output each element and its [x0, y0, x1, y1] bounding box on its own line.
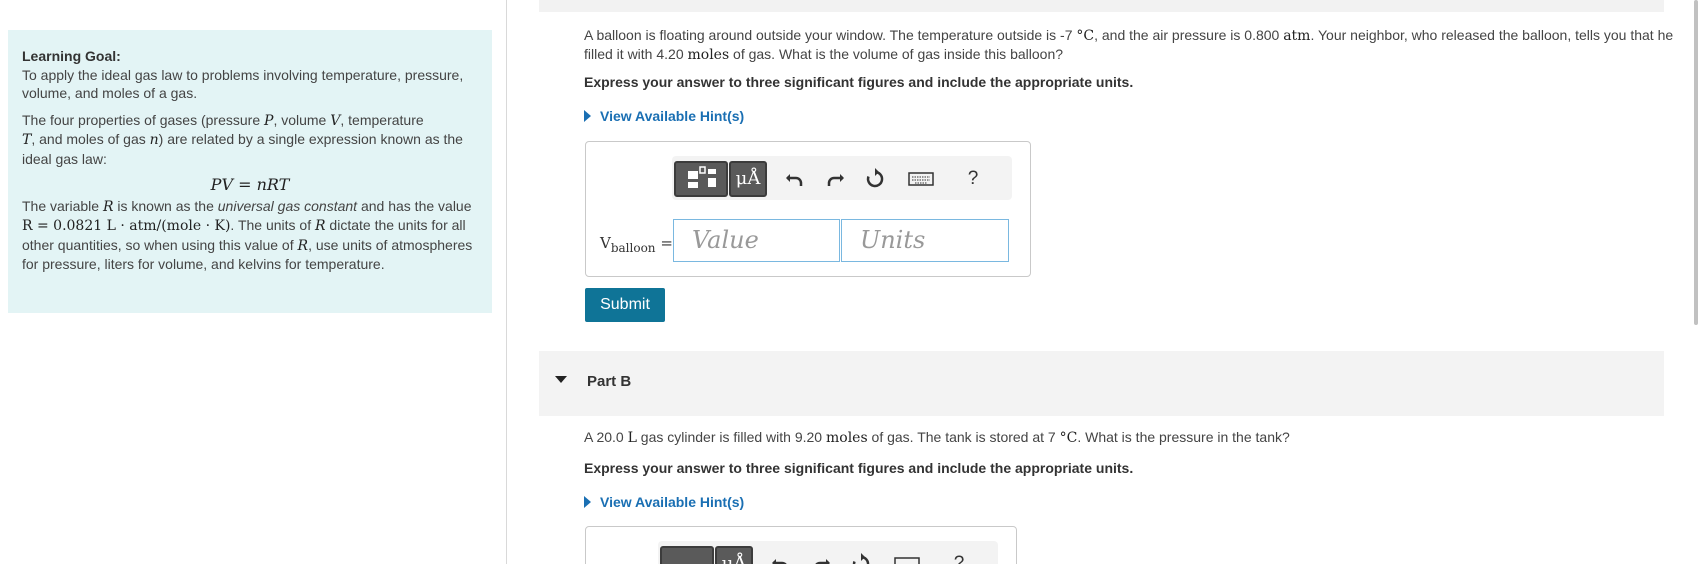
learning-goal-box: Learning Goal: To apply the ideal gas la… — [8, 30, 492, 313]
ideal-gas-description: The four properties of gases (pressure P… — [22, 111, 478, 169]
redo-button[interactable] — [824, 168, 846, 190]
units-symbol-icon: μÅ — [721, 553, 747, 564]
math-toolbar: μÅ ? — [672, 156, 1012, 200]
math-T: T — [22, 132, 32, 148]
unit-atm: atm — [1283, 28, 1311, 44]
hint-label: View Available Hint(s) — [600, 108, 745, 124]
text: A balloon is floating around outside you… — [584, 27, 1077, 43]
redo-button[interactable] — [810, 553, 832, 564]
math-R: R — [297, 237, 309, 254]
templates-button[interactable] — [660, 546, 714, 564]
gas-constant-value: R = 0.0821 L · atm/(mole · K) — [22, 218, 231, 234]
text: A 20.0 — [584, 429, 628, 445]
text: The four properties of gases (pressure — [22, 111, 265, 128]
keyboard-button[interactable] — [894, 553, 920, 564]
math-toolbar: μÅ ? — [658, 541, 998, 564]
part-b-instruction: Express your answer to three significant… — [584, 460, 1134, 476]
part-b-hint-link[interactable]: View Available Hint(s) — [584, 494, 744, 510]
units-symbol-icon: μÅ — [735, 168, 761, 189]
unit-liters: L — [627, 430, 637, 446]
keyboard-icon — [908, 172, 934, 186]
scrollbar[interactable] — [1694, 0, 1698, 325]
part-b-title: Part B — [587, 373, 632, 390]
learning-goal-intro: To apply the ideal gas law to problems i… — [22, 66, 464, 102]
text: , temperature — [340, 111, 424, 128]
emphasis-text: universal gas constant — [217, 197, 358, 214]
text: gas cylinder is filled with 9.20 — [636, 429, 826, 445]
text: , and the air pressure is 0.800 — [1094, 27, 1284, 43]
reset-icon — [866, 168, 884, 188]
keyboard-icon — [894, 557, 920, 564]
equals-sign: = — [655, 234, 673, 252]
redo-icon — [815, 559, 830, 564]
templates-button[interactable] — [674, 161, 728, 197]
part-b-question: A 20.0 L gas cylinder is filled with 9.2… — [584, 428, 1674, 447]
help-icon: ? — [953, 553, 965, 564]
text: , volume — [273, 111, 331, 128]
reset-icon — [852, 553, 870, 564]
collapse-caret-icon — [555, 376, 567, 383]
hint-expand-icon — [584, 496, 591, 508]
help-icon: ? — [967, 168, 979, 189]
templates-icon — [688, 166, 716, 188]
part-a-answer-box: μÅ ? Vballoon = Value Units — [585, 141, 1031, 277]
part-a-instruction: Express your answer to three significant… — [584, 74, 1134, 90]
math-R: R — [315, 218, 326, 234]
text: is known as the — [113, 197, 218, 214]
redo-icon — [827, 174, 844, 186]
keyboard-button[interactable] — [908, 168, 934, 190]
reset-button[interactable] — [850, 553, 872, 564]
undo-icon — [786, 174, 803, 186]
unit-celsius: °C — [1076, 28, 1095, 44]
unit-moles: moles — [687, 47, 730, 63]
text: . What is the pressure in the tank? — [1077, 429, 1290, 445]
units-symbol-button[interactable]: μÅ — [729, 161, 767, 197]
help-button[interactable]: ? — [962, 168, 984, 190]
text: , and moles of gas — [31, 131, 150, 147]
part-b-answer-box: μÅ ? — [585, 526, 1017, 564]
var-main: V — [600, 234, 611, 252]
hint-expand-icon — [584, 110, 591, 122]
value-input[interactable]: Value — [673, 219, 840, 262]
text: of gas. What is the volume of gas inside… — [729, 46, 1064, 62]
math-R: R — [102, 198, 114, 215]
text: and has the value — [357, 197, 472, 214]
help-button[interactable]: ? — [948, 553, 970, 564]
text: The variable — [22, 197, 103, 214]
gas-constant-description: The variable R is known as the universal… — [22, 197, 478, 274]
part-a-hint-link[interactable]: View Available Hint(s) — [584, 108, 744, 124]
reset-button[interactable] — [864, 168, 886, 190]
unit-celsius: °C — [1059, 430, 1078, 446]
text: . The units of — [230, 217, 315, 233]
undo-button[interactable] — [784, 168, 806, 190]
undo-button[interactable] — [770, 553, 792, 564]
submit-button[interactable]: Submit — [585, 288, 665, 322]
part-a-question: A balloon is floating around outside you… — [584, 26, 1674, 64]
learning-goal-title: Learning Goal: — [22, 48, 121, 64]
right-pane: A balloon is floating around outside you… — [507, 0, 1698, 564]
part-b-header[interactable]: Part B — [539, 351, 1664, 416]
ideal-gas-equation: PV = nRT — [210, 175, 290, 194]
hint-label: View Available Hint(s) — [600, 494, 745, 510]
math-n: n — [149, 132, 159, 148]
var-subscript: balloon — [610, 241, 656, 255]
units-input[interactable]: Units — [841, 219, 1009, 262]
text: of gas. The tank is stored at 7 — [867, 429, 1060, 445]
variable-label-v-balloon: Vballoon = — [600, 234, 673, 255]
math-V: V — [330, 112, 341, 129]
left-pane: Learning Goal: To apply the ideal gas la… — [0, 0, 506, 564]
units-symbol-button[interactable]: μÅ — [715, 546, 753, 564]
part-a-header-strip — [539, 0, 1664, 12]
unit-moles: moles — [825, 430, 868, 446]
undo-icon — [772, 559, 787, 564]
